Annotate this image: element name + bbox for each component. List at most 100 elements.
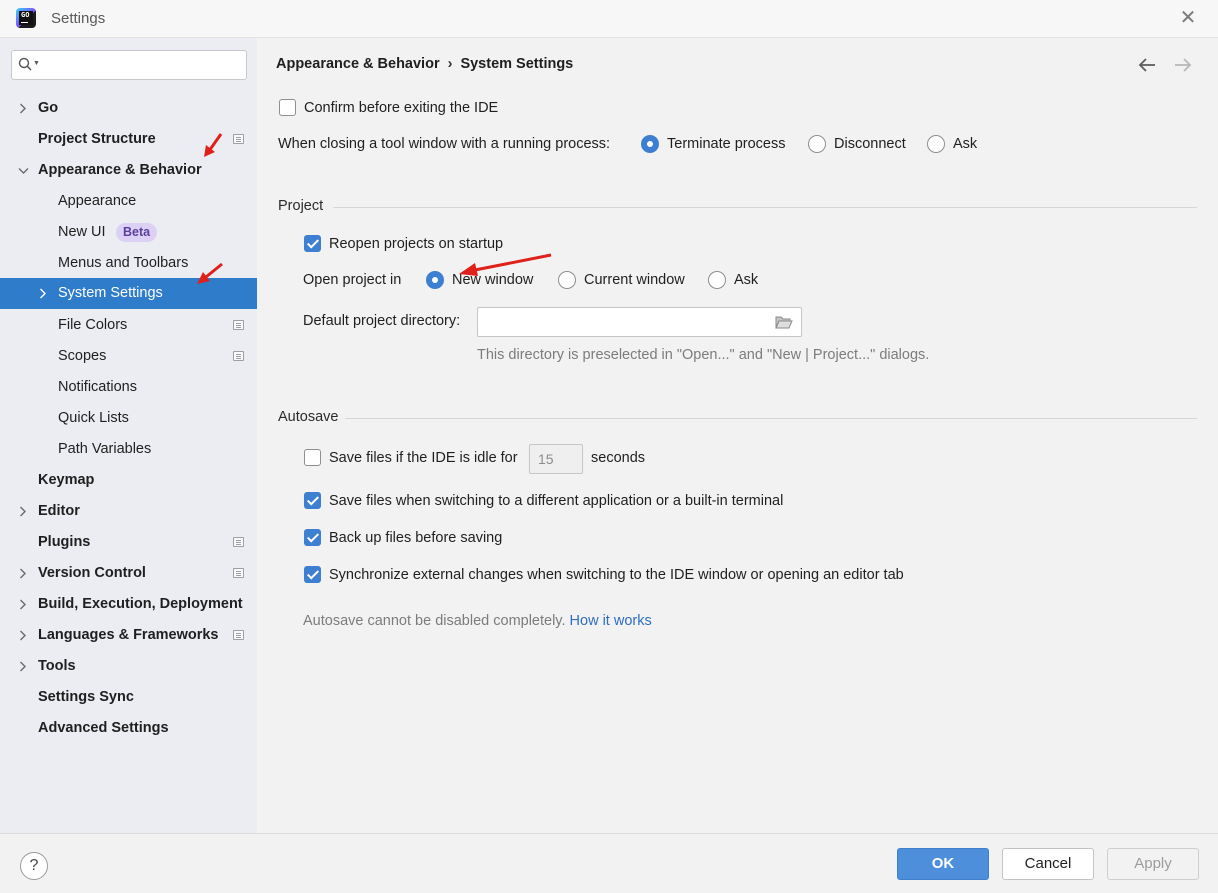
new-window-label: New window [452,272,534,288]
title-bar: GO Settings ✕ [0,0,1218,38]
disconnect-radio[interactable] [808,135,826,153]
how-it-works-link[interactable]: How it works [570,613,652,629]
settings-sidebar: ▼ Go Project Structure Appearance & Beha… [0,38,257,833]
breadcrumb-current: System Settings [460,56,574,72]
save-on-switch-checkbox[interactable] [304,492,321,509]
window-title: Settings [51,10,106,27]
sidebar-item-go[interactable]: Go [0,93,257,124]
idle-seconds-input[interactable]: 15 [529,444,583,474]
sidebar-item-quick-lists[interactable]: Quick Lists [0,403,257,434]
project-level-icon [233,351,244,361]
sidebar-item-menus-toolbars[interactable]: Menus and Toolbars [0,248,257,279]
sidebar-item-project-structure[interactable]: Project Structure [0,124,257,155]
closing-process-label: When closing a tool window with a runnin… [278,136,611,152]
close-icon[interactable]: ✕ [1178,6,1198,30]
cancel-button[interactable]: Cancel [1002,848,1094,880]
settings-content: Appearance & Behavior › System Settings Co… [257,38,1218,833]
sidebar-item-label: Build, Execution, Deployment [38,596,243,612]
project-level-icon [233,537,244,547]
sidebar-item-label: Advanced Settings [38,720,169,736]
sidebar-item-label: File Colors [58,317,128,333]
section-divider [345,418,1197,419]
sidebar-item-plugins[interactable]: Plugins [0,527,257,558]
default-directory-hint: This directory is preselected in "Open..… [477,347,930,363]
sidebar-item-scopes[interactable]: Scopes [0,341,257,372]
apply-button[interactable]: Apply [1107,848,1199,880]
sidebar-item-label: Notifications [58,379,137,395]
sidebar-item-file-colors[interactable]: File Colors [0,310,257,341]
save-on-switch-label: Save files when switching to a different… [329,493,784,509]
terminate-process-label: Terminate process [667,136,786,152]
closing-ask-radio[interactable] [927,135,945,153]
sidebar-item-advanced-settings[interactable]: Advanced Settings [0,713,257,744]
sidebar-item-build-execution-deployment[interactable]: Build, Execution, Deployment [0,589,257,620]
default-directory-label: Default project directory: [303,313,461,329]
sidebar-item-new-ui[interactable]: New UI Beta [0,217,257,248]
project-level-icon [233,134,244,144]
breadcrumb-parent[interactable]: Appearance & Behavior [276,56,440,72]
chevron-right-icon[interactable] [18,620,28,651]
project-section-title: Project [278,198,324,214]
search-dropdown-icon: ▼ [33,60,40,67]
sidebar-item-keymap[interactable]: Keymap [0,465,257,496]
sidebar-item-appearance[interactable]: Appearance [0,186,257,217]
sidebar-item-system-settings[interactable]: System Settings [0,278,257,309]
back-arrow-icon[interactable] [1136,54,1158,76]
chevron-down-icon[interactable] [18,155,29,186]
sidebar-item-settings-sync[interactable]: Settings Sync [0,682,257,713]
autosave-note: Autosave cannot be disabled completely. … [303,613,652,629]
chevron-right-icon[interactable] [18,558,28,589]
open-ask-label: Ask [734,272,759,288]
reopen-projects-checkbox[interactable] [304,235,321,252]
search-field[interactable]: ▼ [11,50,247,80]
sidebar-item-label: Settings Sync [38,689,134,705]
chevron-right-icon[interactable] [18,589,28,620]
dialog-footer: ? OK Cancel Apply [0,833,1218,893]
sidebar-item-label: Plugins [38,534,91,550]
default-directory-field[interactable] [477,307,802,337]
goland-app-icon: GO [16,8,36,28]
sidebar-item-languages-frameworks[interactable]: Languages & Frameworks [0,620,257,651]
save-idle-checkbox[interactable] [304,449,321,466]
sidebar-item-label: Appearance [58,193,137,209]
sidebar-item-label: Appearance & Behavior [38,162,202,178]
project-level-icon [233,630,244,640]
project-level-icon [233,320,244,330]
forward-arrow-icon[interactable] [1172,54,1194,76]
current-window-radio[interactable] [558,271,576,289]
sidebar-item-label: Menus and Toolbars [58,255,189,271]
sidebar-item-label: Quick Lists [58,410,129,426]
help-button[interactable]: ? [20,852,48,880]
sidebar-item-label: Tools [38,658,76,674]
sidebar-item-label: System Settings [58,285,163,301]
folder-icon[interactable] [775,315,793,330]
sidebar-item-tools[interactable]: Tools [0,651,257,682]
backup-files-checkbox[interactable] [304,529,321,546]
ok-button[interactable]: OK [897,848,989,880]
sidebar-item-version-control[interactable]: Version Control [0,558,257,589]
sidebar-item-editor[interactable]: Editor [0,496,257,527]
beta-badge: Beta [116,223,158,242]
sidebar-item-appearance-behavior[interactable]: Appearance & Behavior [0,155,257,186]
chevron-right-icon[interactable] [38,278,48,309]
sidebar-item-path-variables[interactable]: Path Variables [0,434,257,465]
breadcrumb-separator-icon: › [447,56,453,72]
confirm-exit-checkbox[interactable] [279,99,296,116]
chevron-right-icon[interactable] [18,651,28,682]
autosave-note-text: Autosave cannot be disabled completely. [303,613,566,629]
idle-seconds-value: 15 [538,451,554,467]
chevron-right-icon[interactable] [18,496,28,527]
chevron-right-icon[interactable] [18,93,28,124]
autosave-section-title: Autosave [278,409,339,425]
sidebar-item-label: Editor [38,503,80,519]
terminate-process-radio[interactable] [641,135,659,153]
sidebar-item-label: Version Control [38,565,146,581]
disconnect-label: Disconnect [834,136,906,152]
search-input[interactable] [46,54,242,76]
new-window-radio[interactable] [426,271,444,289]
sidebar-item-notifications[interactable]: Notifications [0,372,257,403]
open-project-in-label: Open project in [303,272,402,288]
sidebar-item-label: Project Structure [38,131,156,147]
open-ask-radio[interactable] [708,271,726,289]
sync-external-checkbox[interactable] [304,566,321,583]
